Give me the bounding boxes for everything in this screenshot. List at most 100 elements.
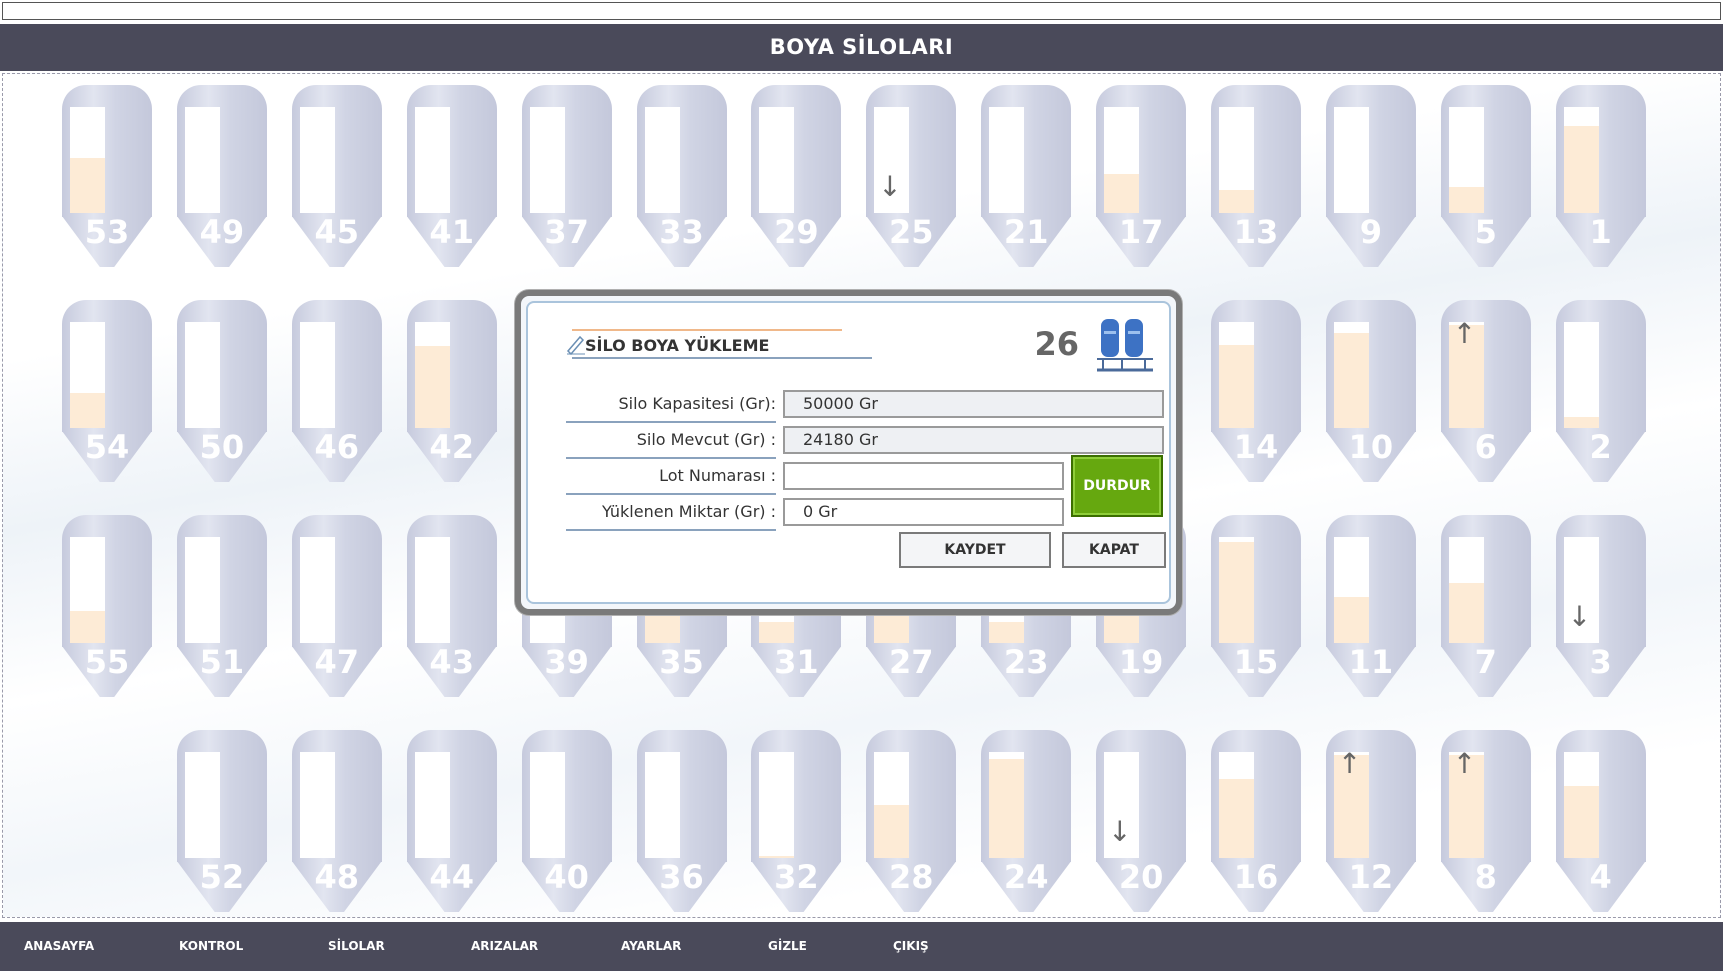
silo-44[interactable]: 44 (406, 730, 497, 912)
silo-level-window (1104, 107, 1140, 213)
silo-body (176, 300, 267, 432)
silo-14[interactable]: 14 (1211, 300, 1301, 482)
silo-25[interactable]: 25 ↓ (866, 85, 957, 267)
silo-10[interactable]: 10 (1325, 300, 1416, 482)
silo-level-fill (1563, 126, 1599, 213)
silo-level-fill (70, 393, 105, 428)
silo-number: 52 (199, 858, 245, 896)
current-amount-field[interactable]: 24180 Gr (783, 426, 1164, 454)
silo-37[interactable]: 37 (521, 85, 612, 267)
silo-body (176, 85, 267, 217)
silo-body (1440, 85, 1531, 217)
silo-7[interactable]: 7 (1440, 515, 1531, 697)
silo-level-window (759, 752, 795, 858)
silo-number: 50 (199, 428, 245, 466)
silo-4[interactable]: 4 (1555, 730, 1646, 912)
silo-level-window (529, 752, 565, 858)
silo-number: 47 (314, 643, 360, 681)
footer-nav: ANASAYFA KONTROL SİLOLAR ARIZALAR AYARLA… (0, 922, 1723, 971)
capacity-field[interactable]: 50000 Gr (783, 390, 1164, 418)
silo-53[interactable]: 53 (62, 85, 152, 267)
nav-exit[interactable]: ÇIKIŞ (893, 922, 929, 971)
silo-55[interactable]: 55 (62, 515, 152, 697)
silo-42[interactable]: 42 (406, 300, 497, 482)
silo-level-fill (1219, 778, 1254, 858)
silo-49[interactable]: 49 (176, 85, 267, 267)
silo-5[interactable]: 5 (1440, 85, 1531, 267)
silo-level-window (1563, 322, 1599, 428)
silo-body (1555, 730, 1646, 862)
silo-level-window (1333, 537, 1369, 643)
silo-number: 29 (774, 213, 819, 251)
silo-11[interactable]: 11 (1325, 515, 1416, 697)
close-button[interactable]: KAPAT (1062, 532, 1166, 568)
silo-16[interactable]: 16 (1211, 730, 1301, 912)
lot-number-input[interactable] (783, 462, 1064, 490)
silo-body (176, 515, 267, 647)
silo-12[interactable]: 12 ↑ (1325, 730, 1416, 912)
silo-28[interactable]: 28 (866, 730, 957, 912)
save-button[interactable]: KAYDET (899, 532, 1051, 568)
silo-body (291, 730, 382, 862)
nav-silos[interactable]: SİLOLAR (328, 922, 385, 971)
silo-number: 36 (659, 858, 704, 896)
silo-body (1211, 515, 1301, 647)
silo-body (291, 515, 382, 647)
silo-number: 32 (774, 858, 819, 896)
silo-body (1325, 85, 1416, 217)
nav-faults[interactable]: ARIZALAR (471, 922, 538, 971)
silo-36[interactable]: 36 (636, 730, 727, 912)
loaded-amount-input[interactable]: 0 Gr (783, 498, 1064, 526)
silo-6[interactable]: 6 ↑ (1440, 300, 1531, 482)
silo-number: 40 (544, 858, 589, 896)
silo-number: 2 (1589, 428, 1612, 466)
silo-43[interactable]: 43 (406, 515, 497, 697)
silo-15[interactable]: 15 (1211, 515, 1301, 697)
silo-2[interactable]: 2 (1555, 300, 1646, 482)
silo-level-window (759, 107, 795, 213)
silo-body (521, 730, 612, 862)
nav-hide[interactable]: GİZLE (768, 922, 807, 971)
silo-20[interactable]: 20 ↓ (1096, 730, 1187, 912)
silo-load-dialog: SİLO BOYA YÜKLEME 26 Silo Kapasitesi (Gr… (515, 290, 1182, 615)
nav-home[interactable]: ANASAYFA (24, 922, 94, 971)
nav-control[interactable]: KONTROL (179, 922, 243, 971)
silo-46[interactable]: 46 (291, 300, 382, 482)
silo-40[interactable]: 40 (521, 730, 612, 912)
silo-number: 5 (1474, 213, 1497, 251)
silo-number: 31 (774, 643, 819, 681)
silo-24[interactable]: 24 (981, 730, 1072, 912)
stop-button[interactable]: DURDUR (1071, 455, 1163, 517)
silo-body (291, 300, 382, 432)
silo-9[interactable]: 9 (1325, 85, 1416, 267)
silo-1[interactable]: 1 (1555, 85, 1646, 267)
silo-50[interactable]: 50 (176, 300, 267, 482)
silo-52[interactable]: 52 (176, 730, 267, 912)
silo-level-window (989, 107, 1025, 213)
silo-54[interactable]: 54 (62, 300, 152, 482)
silo-32[interactable]: 32 (751, 730, 842, 912)
nav-settings[interactable]: AYARLAR (621, 922, 681, 971)
silo-21[interactable]: 21 (981, 85, 1072, 267)
silo-number: 23 (1003, 643, 1049, 681)
silo-17[interactable]: 17 (1096, 85, 1187, 267)
silo-number: 15 (1233, 643, 1279, 681)
silo-body (1096, 85, 1187, 217)
silo-13[interactable]: 13 (1211, 85, 1301, 267)
silo-level-window (644, 752, 680, 858)
silo-33[interactable]: 33 (636, 85, 727, 267)
silo-body (62, 85, 152, 217)
silo-number: 6 (1474, 428, 1497, 466)
silo-29[interactable]: 29 (751, 85, 842, 267)
silo-level-window (414, 107, 450, 213)
silo-48[interactable]: 48 (291, 730, 382, 912)
silo-47[interactable]: 47 (291, 515, 382, 697)
silo-8[interactable]: 8 ↑ (1440, 730, 1531, 912)
silo-level-window (1219, 107, 1254, 213)
silo-51[interactable]: 51 (176, 515, 267, 697)
silo-body (751, 85, 842, 217)
silo-45[interactable]: 45 (291, 85, 382, 267)
silo-level-window (299, 537, 335, 643)
silo-3[interactable]: 3 ↓ (1555, 515, 1646, 697)
silo-41[interactable]: 41 (406, 85, 497, 267)
